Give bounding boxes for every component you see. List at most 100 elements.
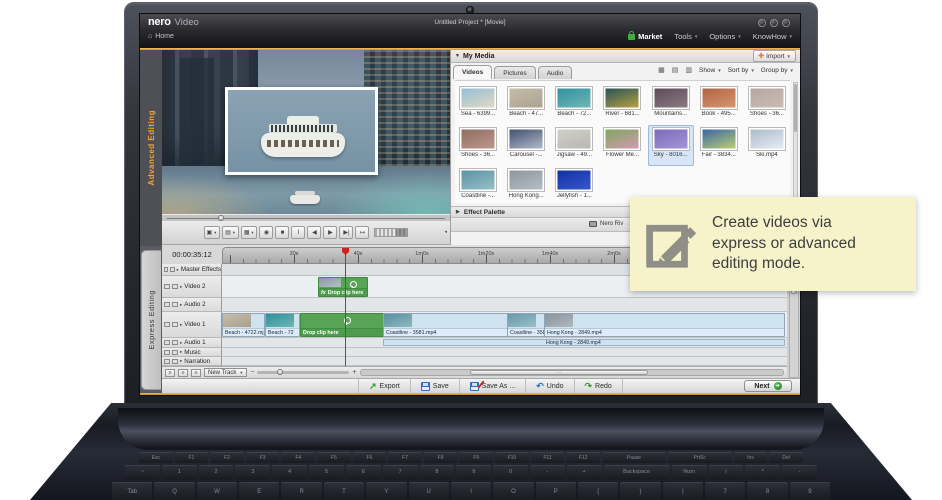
next-button[interactable]: Next ➜ (744, 380, 792, 392)
track-lane-music[interactable] (222, 348, 787, 357)
track-mute-toggle[interactable] (172, 302, 178, 307)
minimize-button[interactable] (758, 19, 766, 27)
menu-knowhow[interactable]: KnowHow▾ (753, 32, 792, 41)
collapse-icon[interactable]: ▼ (455, 53, 460, 59)
media-item[interactable]: Mountains... (648, 84, 694, 125)
redo-button[interactable]: ↷Redo (575, 379, 623, 394)
overlay-options-menu[interactable]: ▦▼ (241, 226, 258, 239)
track-header-narration[interactable]: ▸Narration (162, 357, 222, 366)
track-mute-toggle[interactable] (172, 284, 178, 289)
track-visibility-toggle[interactable] (164, 340, 170, 345)
list-view-icon[interactable]: ▤ (672, 66, 680, 74)
track-mute-toggle[interactable] (172, 350, 178, 355)
media-item[interactable]: Jigsaw - 49... (551, 125, 597, 166)
timeline-hscroll[interactable]: ⋯ (360, 369, 785, 376)
track-lane-narration[interactable] (222, 357, 787, 366)
menu-market[interactable]: Market (628, 32, 662, 41)
track-mute-toggle[interactable] (172, 340, 178, 345)
timeline-audio-clip[interactable]: Hong Kong - 2849.mp4 (383, 339, 785, 346)
track-header-music[interactable]: ▸Music (162, 348, 222, 357)
track-mute-toggle[interactable] (170, 267, 174, 272)
jump-end-button[interactable]: ↦ (355, 226, 369, 239)
timeline-clip[interactable]: Beach - 4722.mj (222, 313, 265, 337)
track-header-video-1[interactable]: ▸Video 1 (162, 312, 222, 338)
media-item[interactable]: Carousel -... (503, 125, 549, 166)
stop-button[interactable]: ■ (275, 226, 289, 239)
media-item[interactable]: Beach - 72... (551, 84, 597, 125)
media-item[interactable]: Flower Me... (599, 125, 645, 166)
snapshot-button[interactable]: ◉ (259, 226, 273, 239)
timeline-zoom-slider[interactable] (257, 371, 349, 374)
undo-button[interactable]: ↶Undo (526, 379, 574, 394)
close-button[interactable] (782, 19, 790, 27)
media-item[interactable]: Shoes - 36... (744, 84, 790, 125)
track-lane-audio-2[interactable] (222, 298, 787, 312)
tab-audio[interactable]: Audio (538, 66, 573, 79)
media-item[interactable]: Fair - 3834... (696, 125, 742, 166)
track-header-video-2[interactable]: ▸Video 2 (162, 276, 222, 298)
track-header-audio-2[interactable]: ▸Audio 2 (162, 298, 222, 312)
track-lane-audio-1[interactable]: Hong Kong - 2849.mp4 (222, 338, 787, 348)
track-header-audio-1[interactable]: ▸Audio 1 (162, 338, 222, 348)
track-lane-video-1[interactable]: Beach - 4722.mjBeach - 72Drop clip hereC… (222, 312, 787, 338)
media-item[interactable]: Hong Kong... (503, 166, 549, 207)
zoom-out-button[interactable]: − (250, 369, 254, 376)
next-frame-button[interactable]: ▶| (339, 226, 353, 239)
menu-options[interactable]: Options▾ (709, 32, 740, 41)
tab-express-editing[interactable]: Express Editing (141, 250, 161, 390)
maximize-button[interactable] (770, 19, 778, 27)
sort-by-dropdown[interactable]: Sort by▼ (728, 67, 755, 74)
media-panel-header[interactable]: ▼ My Media ✚ Import ▼ (451, 50, 800, 63)
audio-scrub-meter[interactable] (374, 228, 408, 237)
menu-tools[interactable]: Tools▾ (674, 32, 697, 41)
panel-splitter-icon[interactable]: ◂ (444, 229, 447, 235)
track-size-large-button[interactable]: ≡ (191, 369, 201, 377)
media-item[interactable]: Jellyfish - 1... (551, 166, 597, 207)
detail-view-icon[interactable]: ▥ (685, 66, 693, 74)
display-options-menu[interactable]: ▣▼ (204, 226, 221, 239)
media-item[interactable]: Beach - 47... (503, 84, 549, 125)
track-mute-toggle[interactable] (172, 322, 178, 327)
zoom-slider-handle[interactable] (277, 369, 283, 375)
track-visibility-toggle[interactable] (164, 302, 170, 307)
previous-frame-button[interactable]: ◀ (307, 226, 321, 239)
zoom-options-menu[interactable]: ▤▼ (222, 226, 239, 239)
tab-videos[interactable]: Videos (453, 65, 492, 79)
new-track-button[interactable]: New Track▼ (204, 368, 247, 377)
timeline-clip-drop-target[interactable]: Drop clip here (300, 313, 384, 337)
export-button[interactable]: ↗Export (358, 379, 411, 394)
tab-pictures[interactable]: Pictures (494, 66, 535, 79)
track-header-master-effects[interactable]: ▸Master Effects (162, 264, 222, 276)
play-button[interactable]: ▶ (323, 226, 337, 239)
home-button[interactable]: ⌂ Home (148, 33, 174, 40)
seek-bar[interactable] (162, 214, 450, 221)
show-dropdown[interactable]: Show▼ (699, 67, 722, 74)
track-visibility-toggle[interactable] (164, 322, 170, 327)
playhead[interactable] (345, 248, 346, 366)
timeline-clip-drop-target[interactable]: fxDrop clip here (318, 277, 368, 297)
zoom-in-button[interactable]: + (352, 369, 356, 376)
media-scrollbar[interactable] (793, 82, 798, 200)
import-button[interactable]: ✚ Import ▼ (753, 50, 796, 62)
track-visibility-toggle[interactable] (164, 359, 170, 364)
media-item[interactable]: River - 681... (599, 84, 645, 125)
thumbnail-view-icon[interactable]: ▦ (658, 66, 666, 74)
media-item[interactable]: Sky - 8016... (648, 125, 694, 166)
picture-in-picture-box[interactable] (225, 87, 378, 175)
group-by-dropdown[interactable]: Group by▼ (761, 67, 794, 74)
media-item[interactable]: Coastline -... (455, 166, 501, 207)
track-visibility-toggle[interactable] (164, 267, 168, 272)
media-item[interactable]: Sea - 6399... (455, 84, 501, 125)
media-item[interactable]: Ski.mp4 (744, 125, 790, 166)
media-item[interactable]: Shoes - 36... (455, 125, 501, 166)
track-size-small-button[interactable]: ≡ (165, 369, 175, 377)
timeline-clip[interactable]: Hong Kong - 2849.mp4 (544, 313, 785, 337)
tab-advanced-editing[interactable]: Advanced Editing (140, 50, 162, 246)
timeline-clip[interactable]: Beach - 72 (265, 313, 300, 337)
timeline-clip[interactable]: Coastline - 3581.mp4 (383, 313, 508, 337)
save-button[interactable]: Save (411, 379, 460, 394)
track-size-medium-button[interactable]: ≡ (178, 369, 188, 377)
track-mute-toggle[interactable] (172, 359, 178, 364)
track-visibility-toggle[interactable] (164, 284, 170, 289)
hscroll-thumb[interactable]: ⋯ (470, 370, 647, 375)
